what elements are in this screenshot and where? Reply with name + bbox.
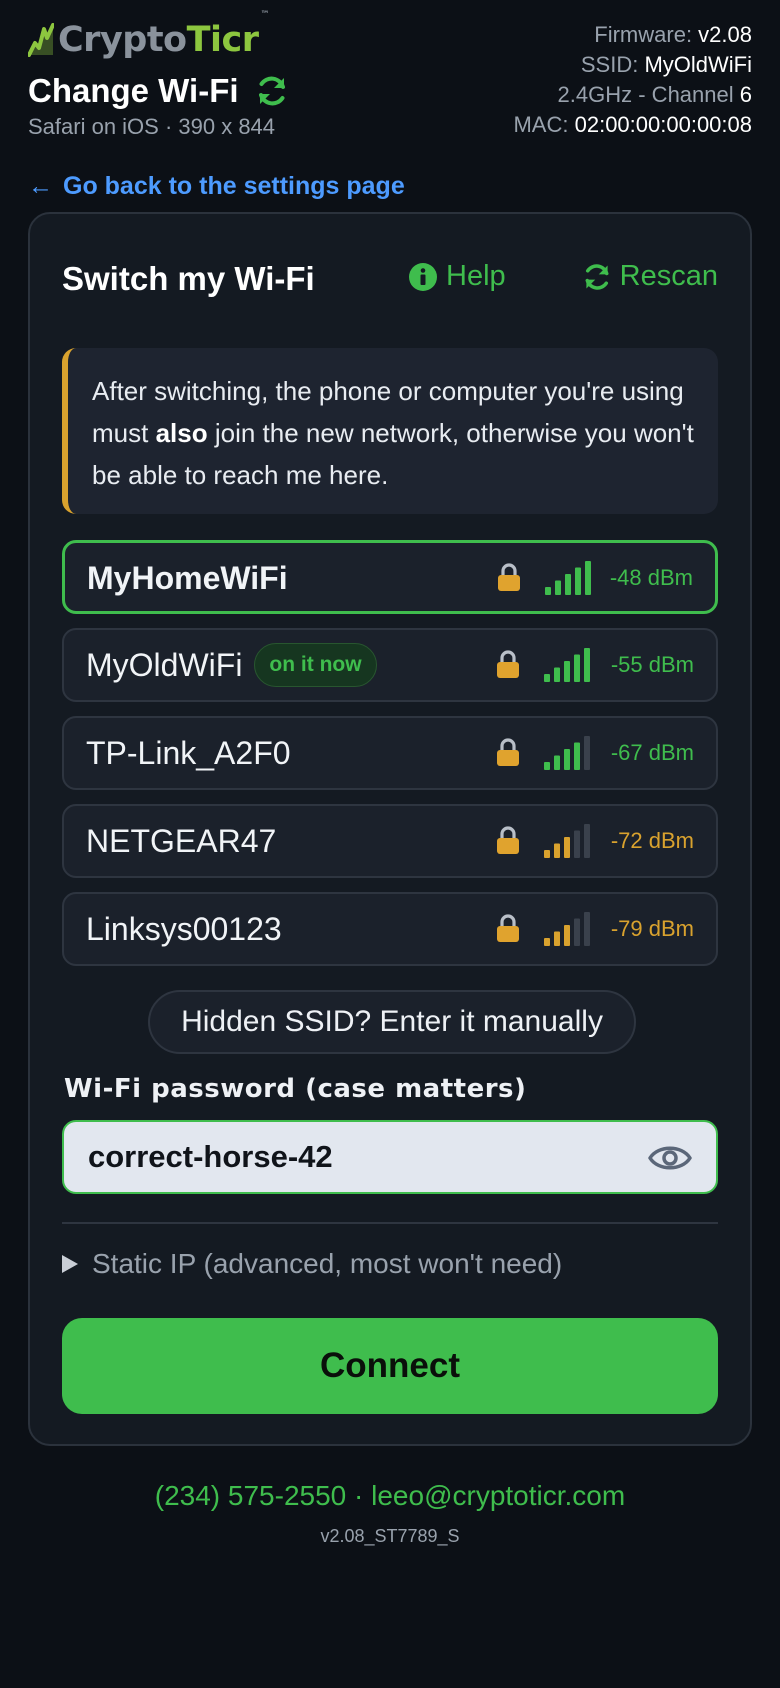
email-link[interactable]: leeo@cryptoticr.com: [371, 1480, 625, 1511]
password-label: Wi-Fi password (case matters): [64, 1074, 527, 1104]
back-link-label: Go back to the settings page: [63, 172, 405, 200]
password-field[interactable]: correct-horse-42: [62, 1120, 718, 1194]
signal-bar: [544, 762, 550, 770]
signal-bar: [584, 912, 590, 946]
page-title: Change Wi-Fi: [28, 72, 289, 110]
back-to-settings-link[interactable]: ← Go back to the settings page: [28, 172, 405, 201]
signal-bar: [584, 736, 590, 770]
card-header: Switch my Wi-Fi Help Rescan: [62, 254, 718, 304]
header: CryptoTicr™ Change Wi-Fi Safari on iOS ·…: [0, 0, 780, 160]
help-label: Help: [446, 260, 506, 292]
channel-line: 2.4GHz - Channel 6: [557, 82, 752, 107]
signal-bar: [544, 850, 550, 858]
card-title: Switch my Wi-Fi: [62, 260, 315, 297]
network-item[interactable]: MyHomeWiFi -48 dBm: [62, 540, 718, 614]
disclosure-triangle-icon: [62, 1255, 78, 1273]
signal-strength-icon: [544, 648, 590, 682]
signal-bar: [575, 567, 581, 595]
wifi-card: Switch my Wi-Fi Help Rescan After switch…: [28, 212, 752, 1446]
logo-text: CryptoTicr™: [58, 10, 269, 60]
current-network-badge: on it now: [254, 643, 377, 687]
signal-bar: [555, 580, 561, 595]
browser-info: Safari on iOS · 390 x 844: [28, 114, 276, 139]
signal-strength-icon: [544, 824, 590, 858]
rescan-button[interactable]: Rescan: [582, 260, 718, 293]
firmware-line: Firmware: v2.08: [594, 22, 752, 47]
signal-bar: [545, 587, 551, 595]
firmware-version: v2.08_ST7789_S: [320, 1526, 460, 1546]
signal-bar: [584, 648, 590, 682]
signal-bar: [554, 667, 560, 682]
signal-dbm: -48 dBm: [609, 565, 693, 590]
network-name: MyHomeWiFi: [87, 560, 288, 596]
network-list: MyHomeWiFi -48 dBm MyOldWiFi on it now -5…: [62, 540, 718, 980]
divider: [62, 1222, 718, 1224]
network-item[interactable]: MyOldWiFi on it now -55 dBm: [62, 628, 718, 702]
network-name: TP-Link_A2F0: [86, 735, 291, 771]
signal-bar: [574, 918, 580, 946]
footer-contact: (234) 575-2550 · leeo@cryptoticr.com: [0, 1480, 780, 1512]
signal-bar: [574, 654, 580, 682]
signal-bar: [585, 561, 591, 595]
info-icon: [409, 262, 437, 291]
signal-bar: [574, 830, 580, 858]
help-button[interactable]: Help: [408, 260, 506, 293]
signal-bar: [574, 742, 580, 770]
network-item[interactable]: Linksys00123 -79 dBm: [62, 892, 718, 966]
connect-button[interactable]: Connect: [62, 1318, 718, 1414]
static-ip-label: Static IP (advanced, most won't need): [92, 1248, 563, 1279]
signal-bar: [564, 661, 570, 682]
network-name: NETGEAR47: [86, 823, 277, 859]
signal-bar: [564, 837, 570, 858]
lock-icon: [498, 563, 520, 591]
signal-bar: [564, 925, 570, 946]
signal-bar: [564, 749, 570, 770]
signal-bar: [554, 931, 560, 946]
lock-icon: [497, 914, 519, 942]
lock-icon: [497, 738, 519, 766]
phone-link[interactable]: (234) 575-2550: [155, 1480, 346, 1511]
rescan-label: Rescan: [619, 260, 718, 292]
switch-warning-note: After switching, the phone or computer y…: [62, 348, 718, 514]
static-ip-toggle[interactable]: Static IP (advanced, most won't need): [62, 1248, 562, 1280]
signal-bar: [544, 938, 550, 946]
footer-separator: ·: [346, 1480, 372, 1511]
device-info: Firmware: v2.08 SSID: MyOldWiFi 2.4GHz -…: [513, 20, 752, 140]
lock-icon: [497, 826, 519, 854]
network-item[interactable]: NETGEAR47 -72 dBm: [62, 804, 718, 878]
network-name: MyOldWiFi on it now: [86, 630, 377, 700]
signal-strength-icon: [544, 912, 590, 946]
signal-dbm: -67 dBm: [610, 740, 694, 765]
signal-strength-icon: [544, 736, 590, 770]
signal-bar: [554, 843, 560, 858]
eye-icon[interactable]: [648, 1138, 692, 1178]
arrow-left-icon: ←: [28, 172, 53, 200]
lock-icon: [497, 650, 519, 678]
signal-bar: [554, 755, 560, 770]
rescan-icon: [585, 263, 609, 290]
signal-strength-icon: [545, 561, 591, 595]
signal-bar: [565, 574, 571, 595]
mac-line: MAC: 02:00:00:00:00:08: [513, 112, 752, 137]
signal-dbm: -55 dBm: [610, 652, 694, 677]
signal-bar: [584, 824, 590, 858]
logo-icon: [28, 23, 54, 57]
ssid-line: SSID: MyOldWiFi: [580, 52, 752, 77]
refresh-icon[interactable]: [255, 74, 289, 108]
page-title-text: Change Wi-Fi: [28, 72, 239, 109]
hidden-ssid-button[interactable]: Hidden SSID? Enter it manually: [148, 990, 636, 1054]
password-value[interactable]: correct-horse-42: [88, 1122, 333, 1192]
signal-bar: [544, 674, 550, 682]
network-item[interactable]: TP-Link_A2F0 -67 dBm: [62, 716, 718, 790]
signal-dbm: -79 dBm: [610, 916, 694, 941]
network-name: Linksys00123: [86, 911, 282, 947]
signal-dbm: -72 dBm: [610, 828, 694, 853]
logo: CryptoTicr™: [28, 10, 269, 60]
